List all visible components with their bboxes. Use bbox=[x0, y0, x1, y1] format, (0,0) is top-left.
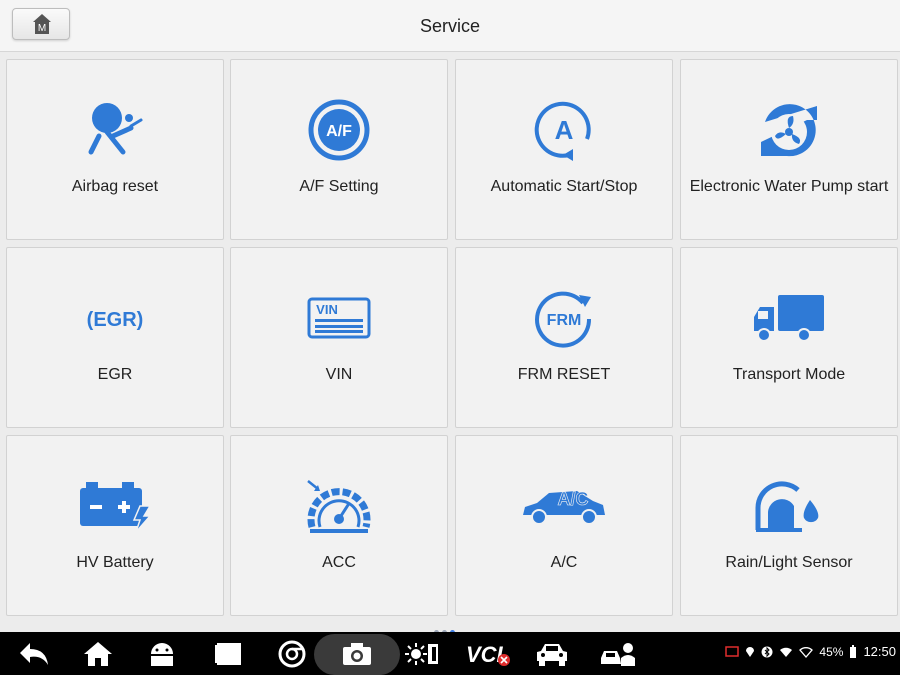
vci-button[interactable]: VCI bbox=[464, 638, 512, 670]
af-setting-icon: A/F bbox=[308, 99, 370, 161]
car-front-icon bbox=[537, 644, 567, 666]
vci-icon: VCI bbox=[466, 642, 510, 667]
tile-label: Automatic Start/Stop bbox=[490, 178, 638, 195]
airbag-icon bbox=[88, 103, 143, 155]
tile-label: A/F Setting bbox=[299, 178, 379, 195]
tile-hv-battery[interactable]: HV Battery bbox=[6, 435, 224, 616]
ac-car-icon: A/C bbox=[523, 489, 605, 525]
tile-egr[interactable]: (EGR) EGR bbox=[6, 247, 224, 428]
tile-electronic-water-pump[interactable]: Electronic Water Pump start bbox=[680, 59, 898, 240]
vin-card-icon: VIN bbox=[307, 297, 371, 339]
clock: 12:50 bbox=[863, 644, 896, 659]
chrome-icon bbox=[278, 640, 306, 668]
brightness-button[interactable] bbox=[404, 638, 440, 670]
vehicle-button[interactable] bbox=[534, 638, 570, 670]
tile-vin[interactable]: VIN VIN bbox=[230, 247, 448, 428]
svg-text:A/F: A/F bbox=[326, 123, 352, 140]
page-indicator bbox=[434, 622, 474, 635]
tile-automatic-start-stop[interactable]: A Automatic Start/Stop bbox=[455, 59, 673, 240]
browser-button[interactable] bbox=[274, 638, 310, 670]
screenshot-button[interactable] bbox=[339, 638, 375, 670]
auto-start-stop-icon: A bbox=[534, 101, 591, 161]
camera-icon bbox=[343, 643, 371, 665]
car-technician-icon bbox=[601, 643, 635, 666]
svg-text:FRM: FRM bbox=[547, 312, 582, 329]
svg-text:(EGR): (EGR) bbox=[87, 309, 144, 331]
tile-label: VIN bbox=[325, 366, 353, 383]
wifi-signal-icon bbox=[799, 646, 814, 658]
status-bar: 45% 12:50 bbox=[725, 644, 896, 659]
egr-icon: (EGR) bbox=[87, 309, 144, 331]
tile-airbag-reset[interactable]: Airbag reset bbox=[6, 59, 224, 240]
truck-icon bbox=[754, 295, 824, 342]
battery-level: 45% bbox=[819, 644, 844, 659]
svg-text:VCI: VCI bbox=[466, 642, 504, 667]
house-icon bbox=[84, 642, 112, 666]
frm-reset-icon: FRM bbox=[535, 291, 592, 348]
back-button[interactable] bbox=[16, 638, 52, 670]
brightness-icon bbox=[405, 643, 438, 665]
recent-apps-button[interactable] bbox=[210, 638, 246, 670]
page-title: Service bbox=[419, 16, 481, 36]
tile-label: Airbag reset bbox=[71, 178, 159, 195]
service-grid: Airbag reset A/F A/F Setting A Automatic… bbox=[6, 59, 898, 616]
tile-label: FRM RESET bbox=[517, 366, 611, 383]
svg-text:A: A bbox=[555, 115, 574, 145]
tile-rain-light-sensor[interactable]: Rain/Light Sensor bbox=[680, 435, 898, 616]
tile-label: ACC bbox=[322, 554, 356, 571]
tile-ac[interactable]: A/C A/C bbox=[455, 435, 673, 616]
android-home-button[interactable] bbox=[144, 638, 180, 670]
water-pump-icon bbox=[761, 104, 817, 157]
android-icon bbox=[151, 643, 173, 666]
tile-label: Electronic Water Pump start bbox=[689, 178, 889, 195]
svg-text:VIN: VIN bbox=[316, 302, 338, 317]
bluetooth-icon bbox=[761, 646, 773, 657]
tile-label: EGR bbox=[97, 366, 133, 383]
svg-text:A/C: A/C bbox=[558, 489, 589, 509]
tile-label: Transport Mode bbox=[732, 366, 846, 383]
home-nav-button[interactable] bbox=[80, 638, 116, 670]
tile-transport-mode[interactable]: Transport Mode bbox=[680, 247, 898, 428]
wifi-icon bbox=[780, 647, 793, 657]
header-bar: M Service bbox=[0, 0, 900, 52]
tile-label: HV Battery bbox=[76, 554, 154, 571]
location-icon bbox=[746, 646, 755, 657]
tile-af-setting[interactable]: A/F A/F Setting bbox=[230, 59, 448, 240]
back-arrow-icon bbox=[20, 643, 48, 665]
tile-frm-reset[interactable]: FRM FRM RESET bbox=[455, 247, 673, 428]
system-navbar: VCI 45% 12:50 bbox=[0, 632, 900, 675]
acc-gauge-icon bbox=[307, 480, 371, 533]
rain-light-sensor-icon bbox=[755, 481, 819, 532]
battery-icon bbox=[850, 644, 857, 658]
recent-apps-icon bbox=[215, 643, 241, 665]
remote-expert-button[interactable] bbox=[598, 638, 638, 670]
tile-acc[interactable]: ACC bbox=[230, 435, 448, 616]
hv-battery-icon bbox=[80, 482, 152, 532]
tile-label: Rain/Light Sensor bbox=[725, 554, 853, 571]
cast-icon bbox=[725, 645, 740, 657]
tile-label: A/C bbox=[550, 554, 578, 571]
